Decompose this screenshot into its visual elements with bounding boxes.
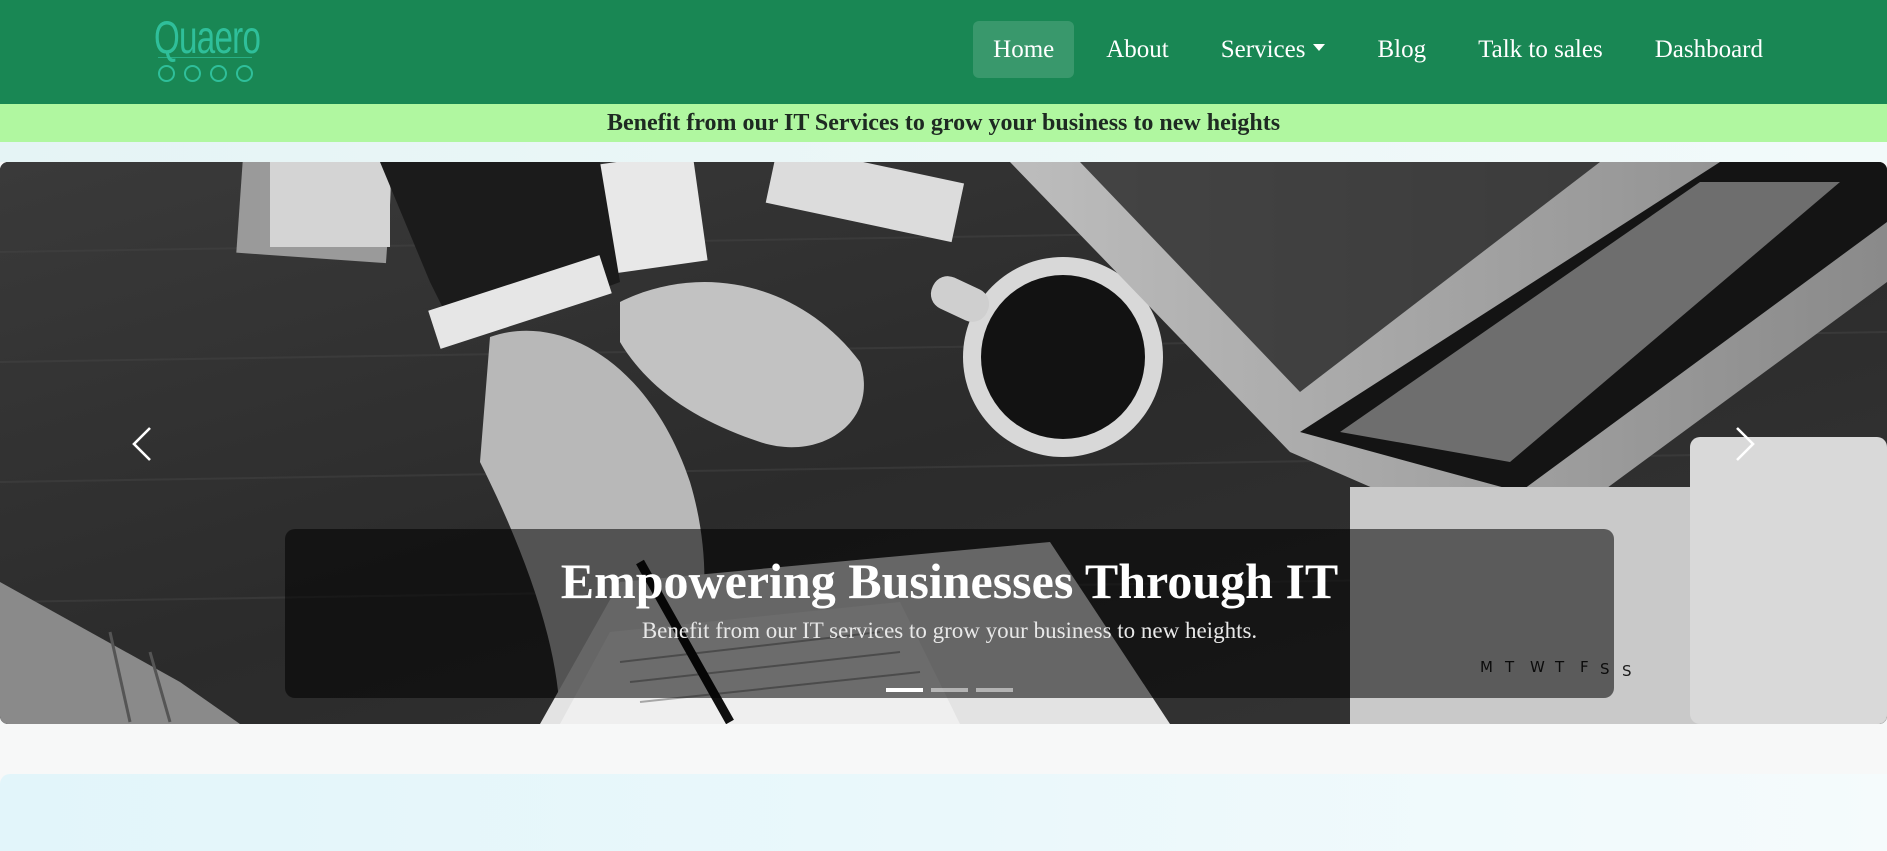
promo-banner-text: Benefit from our IT Services to grow you… <box>606 109 1281 136</box>
carousel-next-button[interactable] <box>1715 414 1775 474</box>
nav-dashboard-label: Dashboard <box>1654 35 1763 63</box>
nav-blog-label: Blog <box>1377 35 1427 63</box>
nav-about-label: About <box>1106 35 1169 63</box>
nav-links: Home About Services Blog Talk to sales D… <box>973 21 1783 78</box>
content-section-top <box>0 774 1887 851</box>
nav-talk-to-sales-link[interactable]: Talk to sales <box>1458 21 1623 78</box>
nav-talk-to-sales-label: Talk to sales <box>1478 35 1603 63</box>
carousel-indicator-2[interactable] <box>931 688 968 692</box>
carousel-indicators <box>886 688 1013 692</box>
section-divider <box>0 142 1887 162</box>
carousel-prev-button[interactable] <box>112 414 172 474</box>
chevron-left-icon <box>132 427 151 461</box>
navbar: Quaero Home About Services Blog Talk to … <box>0 0 1887 104</box>
logo-dot <box>210 65 227 82</box>
nav-dashboard-link[interactable]: Dashboard <box>1635 21 1783 78</box>
hero-carousel: MTW TFSS Empowering Businesses Through I… <box>0 162 1887 724</box>
slide-caption: Empowering Businesses Through IT Benefit… <box>285 529 1614 698</box>
brand-logo-text: Quaero <box>154 11 261 63</box>
slide-subtitle: Benefit from our IT services to grow you… <box>641 618 1258 643</box>
logo-dot <box>158 65 175 82</box>
carousel-indicator-1[interactable] <box>886 688 923 692</box>
brand-logo[interactable]: Quaero <box>152 14 262 84</box>
logo-dot <box>184 65 201 82</box>
nav-blog-link[interactable]: Blog <box>1357 21 1446 78</box>
svg-text:S: S <box>1622 662 1632 680</box>
logo-dot <box>236 65 253 82</box>
promo-banner: Benefit from our IT Services to grow you… <box>0 104 1887 142</box>
logo-underline <box>158 57 252 58</box>
chevron-right-icon <box>1736 427 1755 461</box>
slide-title: Empowering Businesses Through IT <box>560 553 1339 609</box>
nav-services-dropdown[interactable]: Services <box>1201 21 1346 78</box>
nav-about-link[interactable]: About <box>1086 21 1189 78</box>
nav-home-label: Home <box>993 35 1055 63</box>
logo-dots <box>158 65 253 82</box>
carousel-indicator-3[interactable] <box>976 688 1013 692</box>
nav-services-label: Services <box>1220 35 1306 63</box>
caret-down-icon <box>1313 44 1326 51</box>
nav-home-link[interactable]: Home <box>973 21 1075 78</box>
